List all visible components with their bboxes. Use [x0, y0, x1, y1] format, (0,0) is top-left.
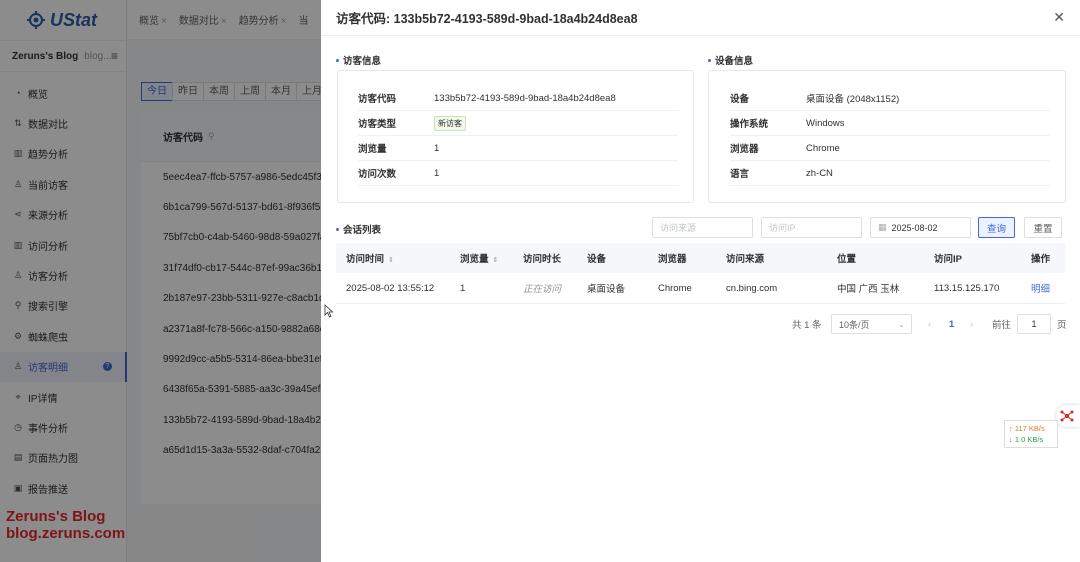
- info-row: 浏览量 1: [358, 136, 678, 161]
- calendar-icon: ▦: [878, 222, 887, 232]
- drawer-title: 访客代码: 133b5b72-4193-589d-9bad-18a4b24d8e…: [336, 12, 638, 26]
- info-row: 访客代码 133b5b72-4193-589d-9bad-18a4b24d8ea8: [358, 86, 678, 111]
- cell-ip: 113.15.125.170: [934, 282, 1000, 294]
- col-device: 设备: [587, 254, 607, 265]
- info-key: 访客类型: [358, 119, 397, 130]
- info-key: 浏览量: [358, 144, 387, 155]
- floating-widget[interactable]: [1056, 405, 1080, 427]
- column-label: 浏览量: [460, 254, 489, 265]
- info-value: zh-CN: [806, 167, 833, 179]
- info-row: 操作系统 Windows: [730, 111, 1050, 136]
- col-location: 位置: [837, 254, 857, 265]
- page-number-current[interactable]: 1: [949, 314, 954, 334]
- visitor-detail-drawer: 访客代码: 133b5b72-4193-589d-9bad-18a4b24d8e…: [321, 0, 1080, 562]
- table-row: 2025-08-02 13:55:12 1 正在访问 桌面设备 Chrome c…: [336, 273, 1065, 304]
- goto-label: 前往: [992, 320, 1012, 331]
- pager-total: 共 1 条: [792, 320, 822, 331]
- column-label: 访问时间: [346, 254, 385, 265]
- section-label: 会话列表: [343, 225, 382, 236]
- cell-duration: 正在访问: [523, 284, 562, 295]
- info-row: 访问次数 1: [358, 161, 678, 186]
- info-key: 语言: [730, 169, 750, 180]
- section-label: 访客信息: [343, 56, 382, 67]
- col-action: 操作: [1031, 254, 1051, 265]
- modal-overlay[interactable]: [0, 0, 321, 562]
- info-key: 操作系统: [730, 119, 769, 130]
- app-root: UStat Zeruns's Blog blog... ≡ ◔ 概览 ⇅ 数据对比 ▥ 趋…: [0, 0, 1080, 562]
- date-value: 2025-08-02: [891, 222, 938, 233]
- query-button[interactable]: 查询: [978, 217, 1015, 238]
- close-icon[interactable]: ✕: [1053, 10, 1065, 24]
- goto-page-input[interactable]: 1: [1017, 314, 1051, 334]
- cell-source: cn.bing.com: [726, 282, 778, 294]
- ip-filter-input[interactable]: 访问IP: [761, 217, 862, 238]
- section-label: 设备信息: [715, 56, 754, 67]
- network-speed-widget: ↑ 117 KB/s ↓ 1.0 KB/s: [1004, 420, 1058, 448]
- cursor-icon: [324, 304, 334, 318]
- info-value: Windows: [806, 117, 845, 129]
- cell-browser: Chrome: [658, 282, 692, 294]
- reset-button[interactable]: 重置: [1024, 217, 1062, 238]
- info-row: 语言 zh-CN: [730, 161, 1050, 186]
- col-duration: 访问时长: [523, 254, 562, 265]
- col-ip: 访问IP: [934, 254, 962, 265]
- info-key: 设备: [730, 94, 750, 105]
- source-filter-input[interactable]: 访问来源: [652, 217, 753, 238]
- chevron-right-icon[interactable]: ›: [970, 314, 973, 334]
- visitor-info-title: 访客信息: [336, 53, 381, 67]
- info-value: 133b5b72-4193-589d-9bad-18a4b24d8ea8: [434, 92, 616, 104]
- info-value: Chrome: [806, 142, 840, 154]
- cell-views: 1: [460, 282, 466, 294]
- upload-speed: ↑ 117 KB/s: [1009, 424, 1045, 433]
- col-source: 访问来源: [726, 254, 765, 265]
- info-value: 1: [434, 167, 440, 179]
- info-value: 1: [434, 142, 440, 154]
- col-browser: 浏览器: [658, 254, 687, 265]
- info-value: 桌面设备 (2048x1152): [806, 94, 900, 105]
- session-table-header: 访问时间 ⇕ 浏览量 ⇕ 访问时长 设备 浏览器 访问来源 位置 访问IP 操作: [336, 243, 1065, 273]
- info-row: 浏览器 Chrome: [730, 136, 1050, 161]
- network-icon: [1060, 410, 1074, 422]
- page-size-select[interactable]: 10条/页 ⌄: [831, 314, 912, 334]
- download-speed: ↓ 1.0 KB/s: [1009, 435, 1044, 444]
- cell-device: 桌面设备: [587, 284, 626, 295]
- page-size-value: 10条/页: [839, 319, 870, 330]
- chevron-left-icon[interactable]: ‹: [928, 314, 931, 334]
- drawer-header: 访客代码: 133b5b72-4193-589d-9bad-18a4b24d8e…: [321, 0, 1080, 36]
- chevron-down-icon: ⌄: [898, 319, 905, 329]
- date-picker[interactable]: ▦ 2025-08-02: [870, 217, 971, 238]
- col-visit-time[interactable]: 访问时间 ⇕: [346, 251, 394, 265]
- detail-link[interactable]: 明细: [1031, 281, 1050, 295]
- info-key: 访问次数: [358, 169, 397, 180]
- session-list-title: 会话列表: [336, 222, 381, 236]
- info-row: 访客类型 新访客: [358, 111, 678, 136]
- info-row: 设备 桌面设备 (2048x1152): [730, 86, 1050, 111]
- device-info-title: 设备信息: [708, 53, 753, 67]
- page-suffix: 页: [1057, 320, 1067, 331]
- col-views[interactable]: 浏览量 ⇕: [460, 251, 498, 265]
- status-badge: 新访客: [434, 115, 466, 131]
- info-key: 浏览器: [730, 144, 759, 155]
- cell-visit-time: 2025-08-02 13:55:12: [346, 282, 435, 294]
- sort-icon[interactable]: ⇕: [388, 257, 394, 264]
- sort-icon[interactable]: ⇕: [493, 257, 499, 264]
- info-key: 访客代码: [358, 94, 397, 105]
- cell-location: 中国 广西 玉林: [837, 284, 900, 295]
